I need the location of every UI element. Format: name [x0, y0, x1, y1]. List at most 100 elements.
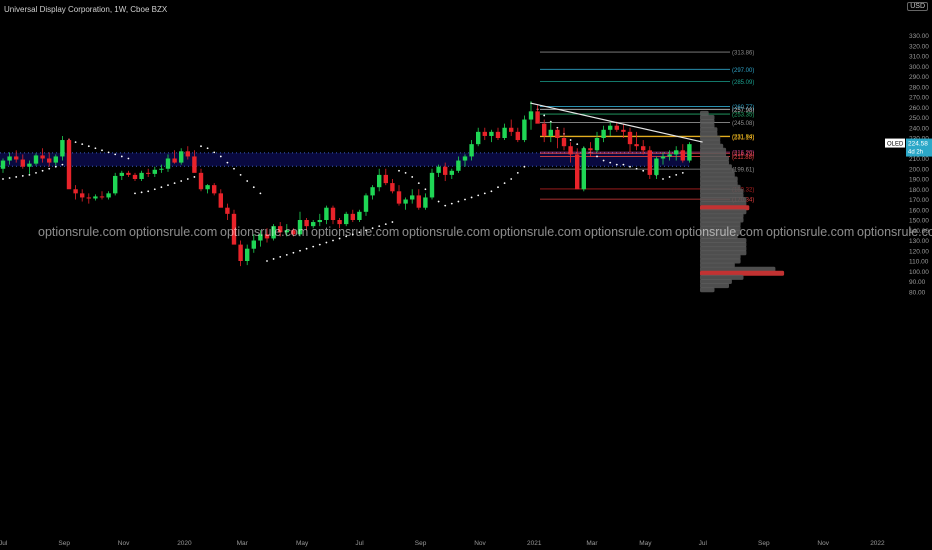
price-axis: 330.00 320.00 310.00 300.00 290.00 280.00 270.…	[909, 33, 929, 296]
candle-body	[126, 172, 131, 175]
y-tick-label: 110.00	[909, 259, 929, 266]
candle-body	[146, 172, 151, 174]
sar-dot	[140, 191, 143, 194]
sar-dot	[147, 190, 150, 193]
candle-body	[7, 156, 12, 161]
sar-dot	[483, 192, 486, 195]
candle-body	[634, 144, 639, 147]
sar-dot	[299, 249, 301, 252]
candle-body	[581, 148, 586, 190]
candle-body	[654, 158, 659, 175]
y-tick-label: 280.00	[909, 84, 929, 91]
candle-body	[165, 158, 171, 169]
candle-body	[469, 144, 474, 157]
candle-body	[495, 131, 501, 138]
watermark-text: optionsrule.com	[402, 225, 490, 239]
candle-body	[73, 189, 78, 194]
y-tick-label: 300.00	[909, 64, 929, 71]
sar-dot	[259, 192, 262, 195]
candle-body	[548, 129, 553, 136]
fib-label: (231.19)	[732, 135, 754, 141]
candle-body	[80, 193, 85, 198]
candle-body	[198, 172, 204, 190]
fib-label: (297.00)	[732, 68, 754, 74]
sar-dot	[239, 174, 242, 176]
sar-dot	[470, 196, 473, 199]
sar-dot	[444, 204, 447, 207]
candle-body	[27, 163, 32, 167]
y-tick-label: 330.00	[909, 33, 929, 40]
candle-body	[0, 160, 6, 169]
x-tick-label: May	[296, 540, 309, 547]
x-tick-label: Mar	[586, 540, 598, 547]
y-tick-label: 320.00	[909, 43, 929, 50]
candle-body	[377, 174, 382, 188]
sar-dot	[219, 155, 222, 158]
y-tick-label: 190.00	[909, 177, 929, 184]
candle-body	[324, 207, 329, 220]
chart-canvas[interactable]: (313.86)(297.00)(285.09)(260.77)(257.98)…	[0, 0, 932, 550]
sar-dot	[233, 167, 235, 170]
candle-body	[350, 213, 355, 220]
sar-dot	[312, 245, 315, 248]
y-tick-label: 150.00	[909, 218, 929, 225]
x-tick-label: 2022	[870, 540, 885, 547]
candle-body	[561, 138, 567, 147]
candle-body	[482, 131, 487, 136]
candle-body	[515, 131, 520, 141]
sar-dot	[602, 159, 605, 162]
candle-body	[575, 154, 580, 190]
sar-dot	[8, 177, 11, 179]
y-tick-label: 80.00	[909, 289, 926, 296]
y-tick-label: 90.00	[909, 279, 926, 286]
watermark-text: optionsrule.com	[129, 225, 217, 239]
sar-dot	[246, 180, 249, 182]
sar-dot	[332, 239, 334, 242]
candle-body	[251, 240, 256, 249]
candle-body	[14, 156, 19, 160]
sar-dot	[21, 175, 24, 177]
y-tick-label: 120.00	[909, 248, 929, 255]
candle-body	[423, 197, 428, 208]
candle-body	[568, 146, 573, 155]
sar-dot	[629, 165, 631, 168]
sar-dot	[193, 176, 196, 178]
sar-dot	[206, 147, 209, 150]
x-tick-label: Nov	[474, 540, 486, 547]
sar-dot	[635, 167, 638, 170]
x-tick-label: Nov	[817, 540, 829, 547]
sar-dot	[15, 176, 18, 178]
candle-body	[132, 174, 138, 179]
y-tick-label: 170.00	[909, 197, 929, 204]
sar-dot	[41, 169, 44, 172]
y-tick-label: 250.00	[909, 115, 929, 122]
candle-body	[53, 156, 58, 163]
candle-body	[429, 172, 435, 198]
sar-dot	[266, 260, 268, 262]
watermark-text: optionsrule.com	[38, 225, 126, 239]
candle-body	[179, 151, 184, 163]
candle-body	[245, 248, 250, 261]
candle-body	[627, 131, 633, 145]
sar-dot	[668, 176, 671, 178]
x-tick-label: Sep	[758, 540, 770, 547]
sar-dot	[437, 200, 440, 203]
x-tick-label: 2021	[527, 540, 542, 547]
candle-body	[172, 158, 177, 163]
sar-dot	[417, 182, 420, 185]
sar-dot	[153, 188, 156, 191]
symbol-text: OLED	[887, 142, 904, 148]
candle-body	[119, 172, 124, 176]
candle-body	[601, 129, 606, 138]
candles	[0, 101, 692, 267]
volume-bar	[700, 287, 715, 293]
sar-dot	[252, 186, 255, 189]
candle-body	[86, 197, 91, 199]
candle-body	[330, 207, 336, 220]
candle-body	[344, 213, 349, 225]
sar-dot	[516, 171, 519, 174]
candle-body	[357, 211, 362, 220]
fib-label: (285.09)	[732, 80, 754, 86]
candle-body	[608, 125, 613, 130]
sar-dot	[81, 143, 84, 146]
